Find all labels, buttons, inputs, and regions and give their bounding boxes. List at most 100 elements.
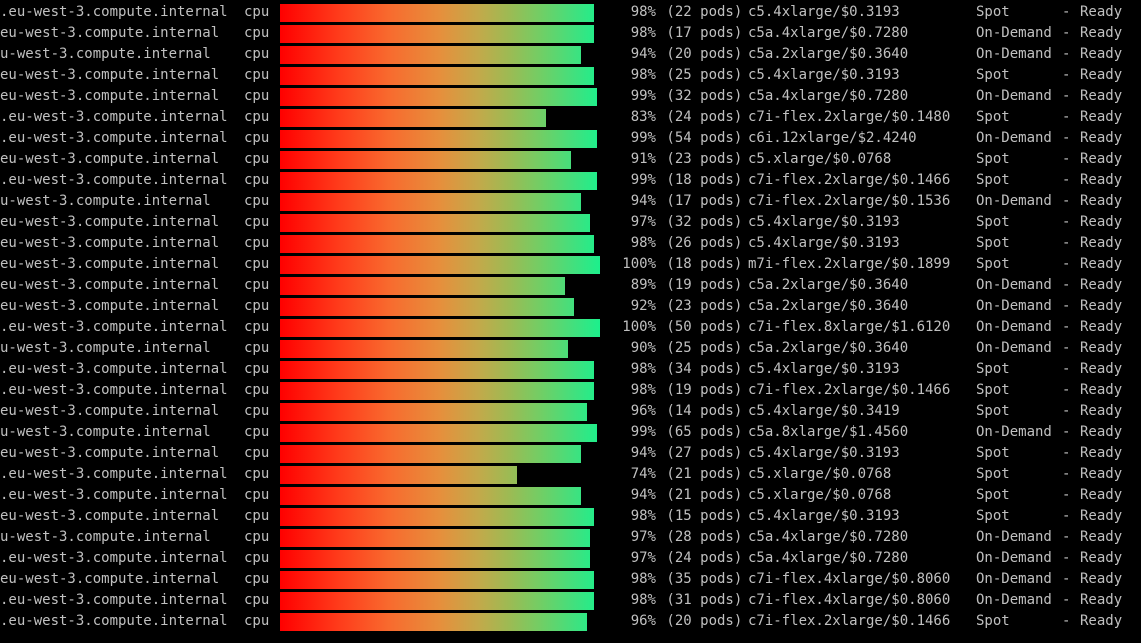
pod-count: (21 pods) [656,485,748,506]
cpu-bar [280,151,600,169]
cpu-bar-fill [280,424,597,442]
host-label: .eu-west-3.compute.internal [0,485,244,506]
node-row[interactable]: .eu-west-3.compute.internalcpu98% (22 po… [0,2,1141,23]
host-label: u-west-3.compute.internal [0,527,244,548]
node-status: Ready [1080,233,1122,254]
cpu-bar [280,277,600,295]
cpu-percent: 92% [604,296,656,317]
cpu-bar-fill [280,613,587,631]
separator-dash: - [1062,296,1080,317]
node-row[interactable]: .eu-west-3.compute.internalcpu100% (50 p… [0,317,1141,338]
node-row[interactable]: eu-west-3.compute.internalcpu98% (15 pod… [0,506,1141,527]
metric-label: cpu [244,149,280,170]
node-row[interactable]: eu-west-3.compute.internalcpu98% (35 pod… [0,569,1141,590]
node-row[interactable]: u-west-3.compute.internalcpu90% (25 pods… [0,338,1141,359]
cpu-bar [280,466,600,484]
host-label: .eu-west-3.compute.internal [0,2,244,23]
node-row[interactable]: .eu-west-3.compute.internalcpu83% (24 po… [0,107,1141,128]
separator-dash: - [1062,611,1080,632]
host-label: u-west-3.compute.internal [0,44,244,65]
host-label: eu-west-3.compute.internal [0,443,244,464]
host-label: eu-west-3.compute.internal [0,254,244,275]
node-row[interactable]: eu-west-3.compute.internalcpu98% (26 pod… [0,233,1141,254]
node-row[interactable]: u-west-3.compute.internalcpu97% (28 pods… [0,527,1141,548]
node-row[interactable]: eu-west-3.compute.internalcpu89% (19 pod… [0,275,1141,296]
node-row[interactable]: .eu-west-3.compute.internalcpu96% (20 po… [0,611,1141,632]
instance-type: m7i-flex.2xlarge/$0.1899 [748,254,976,275]
cpu-bar [280,571,600,589]
metric-label: cpu [244,23,280,44]
node-row[interactable]: .eu-west-3.compute.internalcpu94% (21 po… [0,485,1141,506]
node-row[interactable]: .eu-west-3.compute.internalcpu99% (18 po… [0,170,1141,191]
lifecycle-label: On-Demand [976,590,1062,611]
cpu-bar-fill [280,67,594,85]
metric-label: cpu [244,359,280,380]
node-row[interactable]: eu-west-3.compute.internalcpu99% (32 pod… [0,86,1141,107]
node-row[interactable]: .eu-west-3.compute.internalcpu98% (31 po… [0,590,1141,611]
node-status: Ready [1080,548,1122,569]
cpu-bar [280,193,600,211]
cpu-percent: 99% [604,170,656,191]
separator-dash: - [1062,590,1080,611]
pod-count: (22 pods) [656,2,748,23]
host-label: eu-west-3.compute.internal [0,23,244,44]
pod-count: (32 pods) [656,212,748,233]
cpu-bar-fill [280,298,574,316]
node-row[interactable]: .eu-west-3.compute.internalcpu99% (54 po… [0,128,1141,149]
separator-dash: - [1062,359,1080,380]
lifecycle-label: Spot [976,2,1062,23]
separator-dash: - [1062,44,1080,65]
node-row[interactable]: .eu-west-3.compute.internalcpu97% (24 po… [0,548,1141,569]
node-row[interactable]: eu-west-3.compute.internalcpu97% (32 pod… [0,212,1141,233]
cpu-bar-fill [280,214,590,232]
cpu-bar-fill [280,25,594,43]
cpu-bar-fill [280,487,581,505]
lifecycle-label: On-Demand [976,86,1062,107]
instance-type: c5.4xlarge/$0.3193 [748,65,976,86]
lifecycle-label: Spot [976,107,1062,128]
cpu-bar-fill [280,571,594,589]
lifecycle-label: On-Demand [976,569,1062,590]
node-row[interactable]: eu-west-3.compute.internalcpu100% (18 po… [0,254,1141,275]
host-label: eu-west-3.compute.internal [0,401,244,422]
instance-type: c5.4xlarge/$0.3193 [748,233,976,254]
pod-count: (17 pods) [656,23,748,44]
cpu-bar [280,46,600,64]
instance-type: c5.4xlarge/$0.3419 [748,401,976,422]
cpu-percent: 91% [604,149,656,170]
node-status: Ready [1080,464,1122,485]
node-row[interactable]: eu-west-3.compute.internalcpu98% (25 pod… [0,65,1141,86]
node-row[interactable]: u-west-3.compute.internalcpu94% (17 pods… [0,191,1141,212]
pod-count: (27 pods) [656,443,748,464]
cpu-bar [280,130,600,148]
pod-count: (35 pods) [656,569,748,590]
cpu-percent: 83% [604,107,656,128]
instance-type: c6i.12xlarge/$2.4240 [748,128,976,149]
node-row[interactable]: eu-west-3.compute.internalcpu96% (14 pod… [0,401,1141,422]
cpu-percent: 99% [604,86,656,107]
node-row[interactable]: eu-west-3.compute.internalcpu98% (17 pod… [0,23,1141,44]
cpu-percent: 98% [604,359,656,380]
host-label: .eu-west-3.compute.internal [0,548,244,569]
node-row[interactable]: .eu-west-3.compute.internalcpu74% (21 po… [0,464,1141,485]
node-row[interactable]: .eu-west-3.compute.internalcpu98% (34 po… [0,359,1141,380]
node-row[interactable]: u-west-3.compute.internalcpu99% (65 pods… [0,422,1141,443]
node-status: Ready [1080,422,1122,443]
node-row[interactable]: u-west-3.compute.internalcpu94% (20 pods… [0,44,1141,65]
lifecycle-label: On-Demand [976,527,1062,548]
metric-label: cpu [244,254,280,275]
separator-dash: - [1062,338,1080,359]
separator-dash: - [1062,485,1080,506]
metric-label: cpu [244,338,280,359]
node-row[interactable]: .eu-west-3.compute.internalcpu98% (19 po… [0,380,1141,401]
separator-dash: - [1062,233,1080,254]
host-label: .eu-west-3.compute.internal [0,107,244,128]
node-row[interactable]: eu-west-3.compute.internalcpu91% (23 pod… [0,149,1141,170]
node-row[interactable]: eu-west-3.compute.internalcpu94% (27 pod… [0,443,1141,464]
cpu-bar-fill [280,130,597,148]
instance-type: c5.4xlarge/$0.3193 [748,359,976,380]
pod-count: (21 pods) [656,464,748,485]
cpu-bar-fill [280,508,594,526]
instance-type: c5a.4xlarge/$0.7280 [748,23,976,44]
node-row[interactable]: eu-west-3.compute.internalcpu92% (23 pod… [0,296,1141,317]
